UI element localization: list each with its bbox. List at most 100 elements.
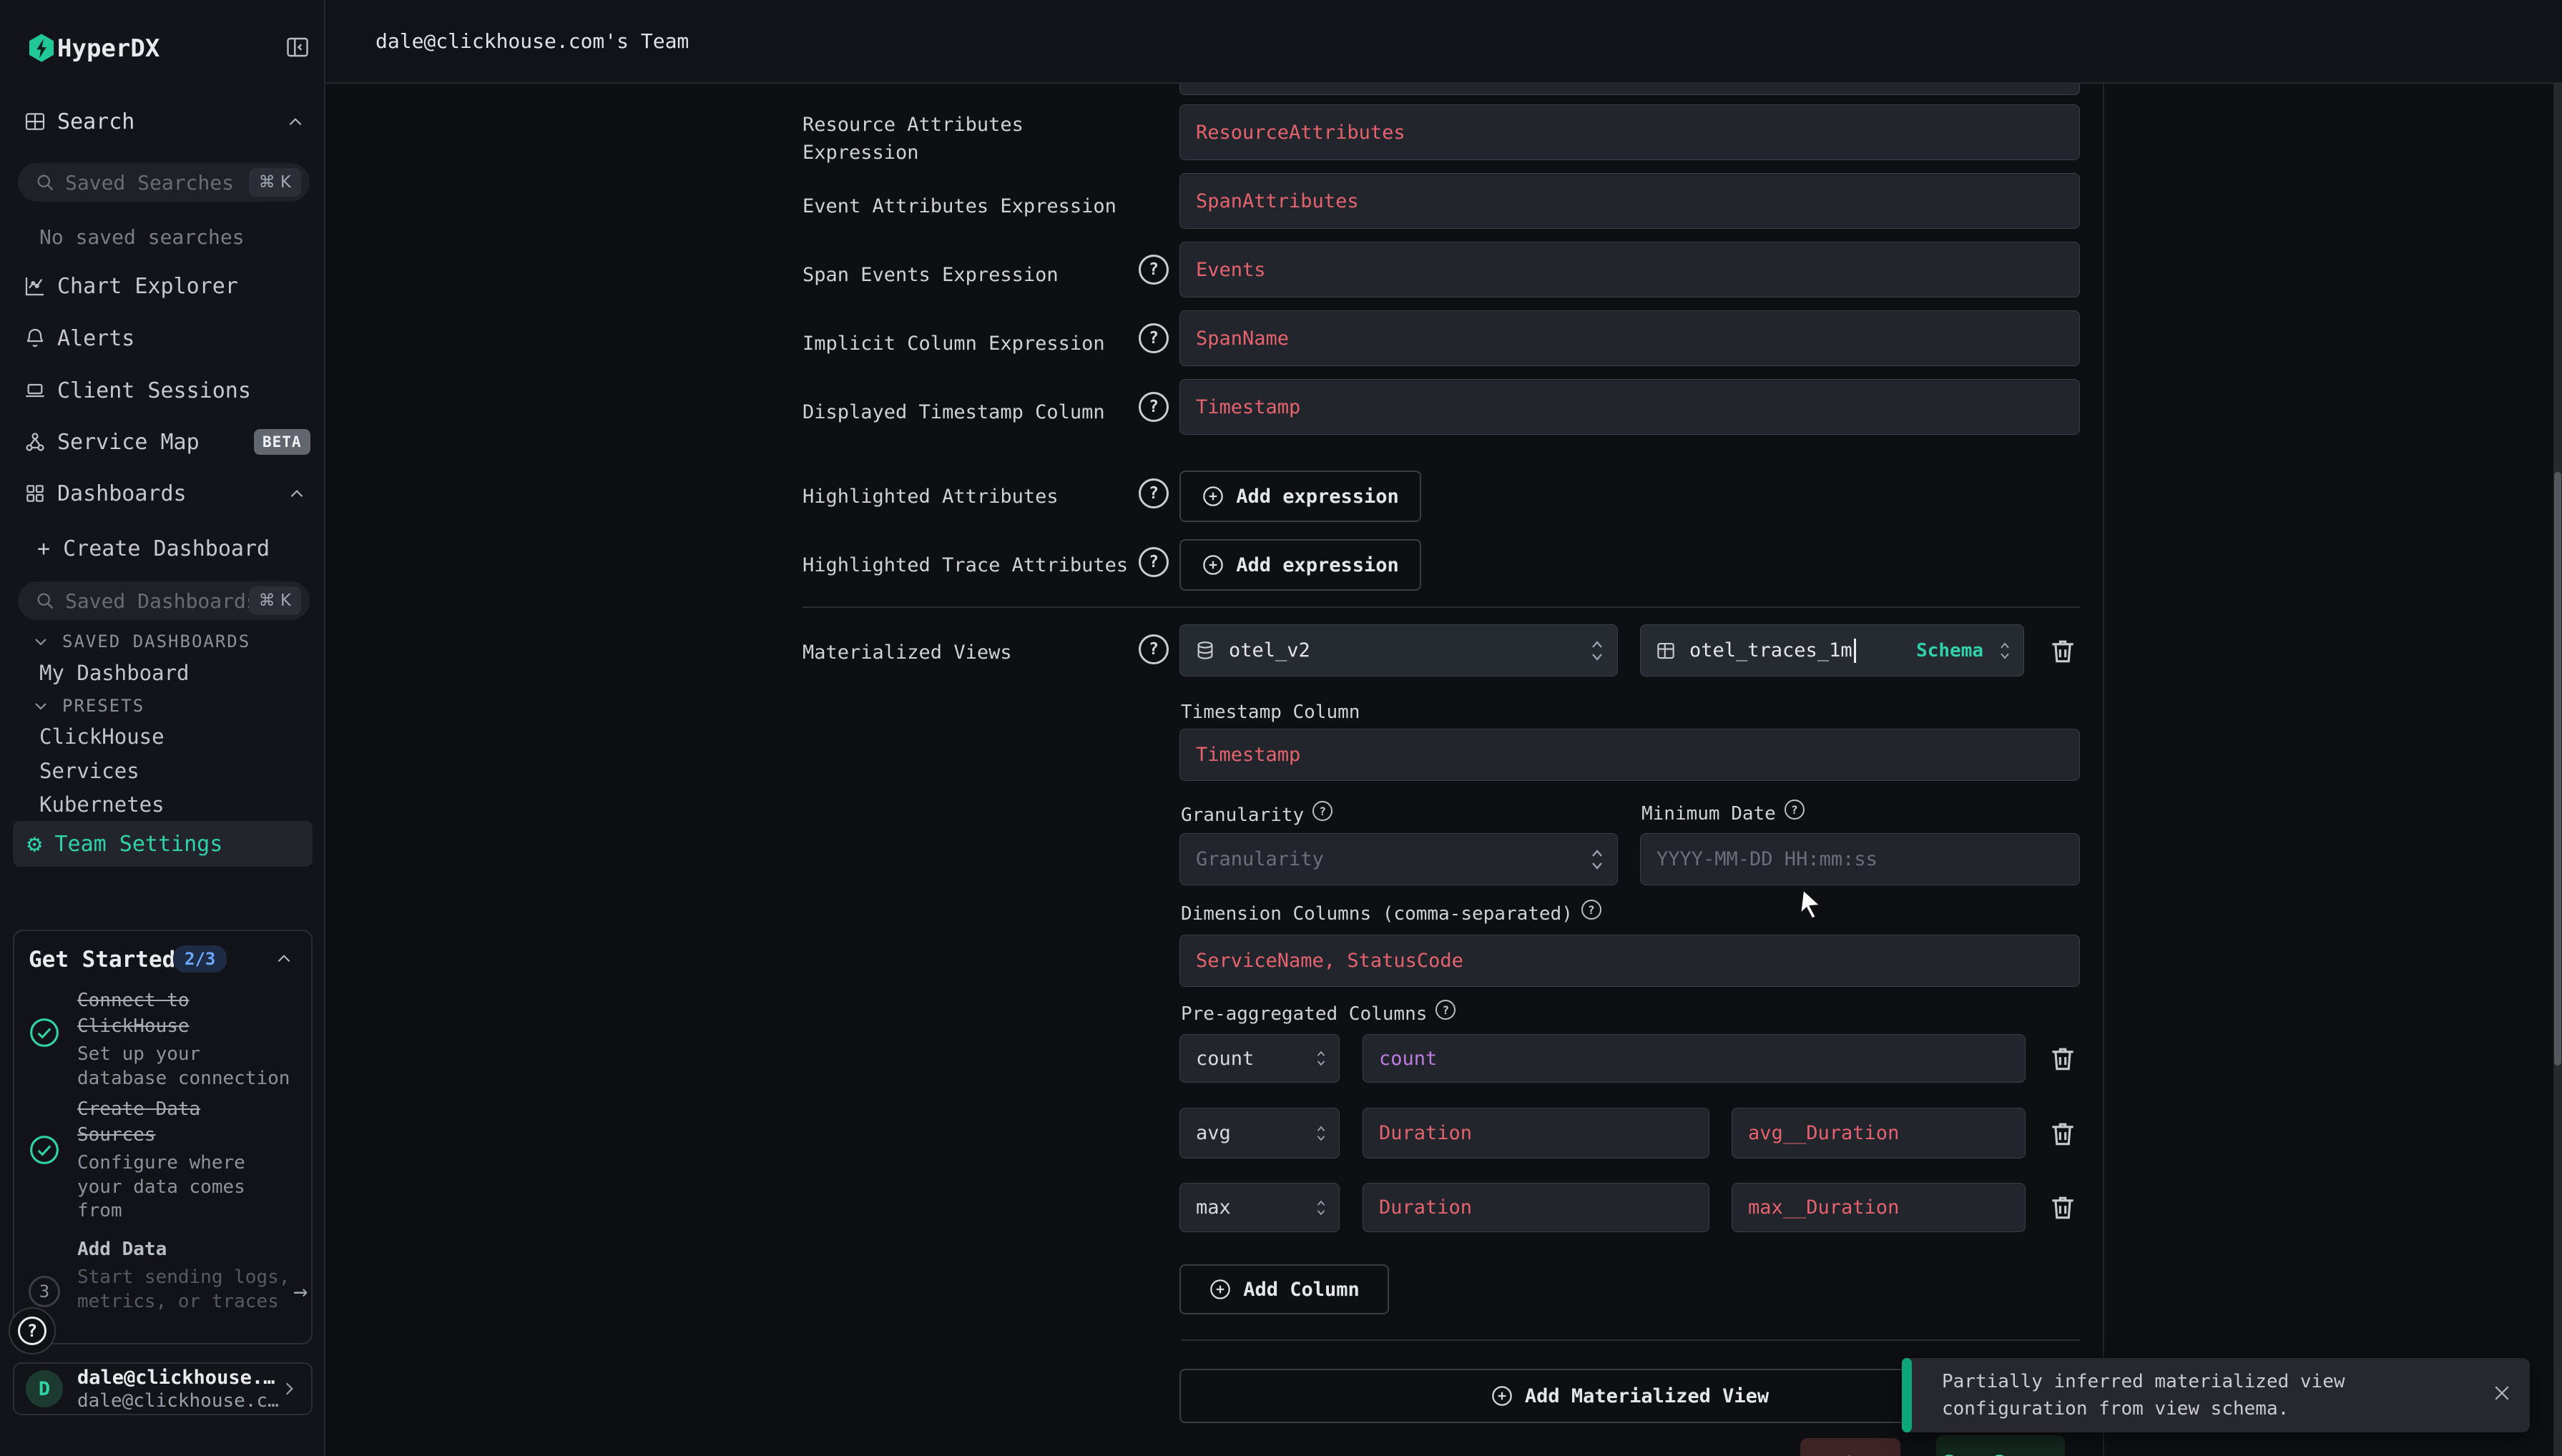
sub-label: Timestamp Column bbox=[1181, 702, 1360, 723]
saved-dashboards-input[interactable]: Saved Dashboards ⌘ K bbox=[18, 581, 310, 620]
text-cursor bbox=[1854, 639, 1856, 663]
scrollbar[interactable] bbox=[2553, 84, 2562, 1456]
sidebar-item-alerts[interactable]: Alerts bbox=[0, 318, 325, 358]
user-email: dale@clickhouse.c… bbox=[77, 1390, 280, 1412]
get-started-header[interactable]: Get Started 2/3 bbox=[14, 931, 311, 985]
chevron-down-icon bbox=[32, 697, 49, 714]
user-menu[interactable]: D dale@clickhouse.… dale@clickhouse.c… bbox=[13, 1362, 313, 1415]
sidebar-item-chart-explorer[interactable]: Chart Explorer bbox=[0, 266, 325, 306]
implicit-column-input[interactable]: SpanName bbox=[1179, 310, 2080, 366]
span-events-input[interactable]: Events bbox=[1179, 242, 2080, 297]
displayed-timestamp-input[interactable]: Timestamp bbox=[1179, 379, 2080, 435]
preagg-alias-input[interactable]: max__Duration bbox=[1732, 1183, 2026, 1232]
resource-attributes-input[interactable]: ResourceAttributes bbox=[1179, 104, 2080, 160]
create-dashboard-button[interactable]: + Create Dashboard bbox=[37, 536, 270, 561]
toast-accent-bar bbox=[1902, 1358, 1912, 1432]
preagg-col-input[interactable]: Duration bbox=[1363, 1108, 1709, 1159]
delete-button[interactable]: Delete bbox=[1800, 1438, 1900, 1456]
select-chevrons-icon bbox=[1998, 639, 2012, 663]
get-started-card: Get Started 2/3 Connect to ClickHouse Se… bbox=[13, 930, 313, 1344]
help-icon[interactable]: ? bbox=[1139, 255, 1169, 285]
cutoff-input[interactable] bbox=[1179, 84, 2080, 95]
section-divider bbox=[803, 606, 2080, 608]
sub-label: Granularity? bbox=[1181, 805, 1332, 826]
step-desc: Start sending logs, metrics, or traces bbox=[77, 1266, 292, 1314]
scrollbar-thumb[interactable] bbox=[2554, 472, 2561, 1066]
select-value: otel_v2 bbox=[1229, 639, 1310, 661]
plus-circle-icon bbox=[1491, 1384, 1513, 1407]
add-column-button[interactable]: Add Column bbox=[1179, 1264, 1389, 1314]
help-icon[interactable]: ? bbox=[1139, 547, 1169, 577]
get-started-item-add-data[interactable]: 3 Add Data Start sending logs, metrics, … bbox=[29, 1237, 300, 1314]
saved-searches-input[interactable]: Saved Searches ⌘ K bbox=[18, 163, 310, 202]
dimension-columns-input[interactable]: ServiceName, StatusCode bbox=[1179, 935, 2080, 987]
preagg-fn-select[interactable]: max bbox=[1179, 1183, 1340, 1232]
input-value: count bbox=[1379, 1048, 1437, 1070]
mv-table-input[interactable]: otel_traces_1m Schema bbox=[1640, 624, 2024, 677]
input-value: ResourceAttributes bbox=[1196, 122, 1405, 144]
sidebar-item-dashboards[interactable]: Dashboards bbox=[0, 473, 325, 513]
sidebar-item-label: Service Map bbox=[57, 430, 200, 455]
sidebar-group-search-label: Search bbox=[57, 109, 134, 134]
kbd-shortcut: ⌘ K bbox=[249, 168, 301, 197]
preagg-alias-input[interactable]: avg__Duration bbox=[1732, 1108, 2026, 1159]
delete-view-trash-icon[interactable] bbox=[2047, 635, 2078, 666]
save-source-button[interactable]: Save Source bbox=[1936, 1435, 2065, 1456]
mv-timestamp-input[interactable]: Timestamp bbox=[1179, 729, 2080, 781]
close-icon[interactable] bbox=[2491, 1382, 2513, 1404]
delete-column-trash-icon[interactable] bbox=[2047, 1118, 2078, 1149]
minimum-date-input[interactable]: YYYY-MM-DD HH:mm:ss bbox=[1640, 833, 2080, 885]
sidebar-group-search[interactable]: Search bbox=[0, 107, 325, 139]
sidebar-collapse-icon[interactable] bbox=[285, 34, 310, 60]
help-icon[interactable]: ? bbox=[1785, 800, 1805, 820]
preagg-fn-select[interactable]: avg bbox=[1179, 1108, 1340, 1159]
event-attributes-input[interactable]: SpanAttributes bbox=[1179, 173, 2080, 229]
chevron-right-icon bbox=[280, 1379, 298, 1398]
help-icon[interactable]: ? bbox=[1435, 1000, 1456, 1020]
input-value: otel_traces_1m bbox=[1689, 639, 1852, 661]
add-expression-button[interactable]: Add expression bbox=[1179, 539, 1421, 591]
help-button[interactable]: ? bbox=[9, 1307, 56, 1354]
database-icon bbox=[1194, 640, 1216, 661]
help-icon[interactable]: ? bbox=[1312, 801, 1332, 821]
mouse-cursor bbox=[1797, 888, 1826, 920]
mv-database-select[interactable]: otel_v2 bbox=[1179, 624, 1618, 677]
beta-badge: BETA bbox=[254, 429, 310, 455]
dashboards-icon bbox=[24, 482, 46, 505]
granularity-select[interactable]: Granularity bbox=[1179, 833, 1618, 885]
sidebar-item-team-settings[interactable]: ⚙ Team Settings bbox=[13, 821, 313, 867]
sub-label: Minimum Date? bbox=[1641, 803, 1805, 825]
input-value: Duration bbox=[1379, 1122, 1472, 1144]
help-icon[interactable]: ? bbox=[1581, 900, 1601, 920]
schema-link[interactable]: Schema bbox=[1916, 640, 1983, 661]
presets-section[interactable]: PRESETS bbox=[32, 694, 144, 718]
sidebar-item-label: Chart Explorer bbox=[57, 274, 238, 299]
help-icon[interactable]: ? bbox=[1139, 634, 1169, 664]
delete-column-trash-icon[interactable] bbox=[2047, 1191, 2078, 1223]
chevron-down-icon bbox=[32, 633, 49, 650]
check-circle-icon bbox=[29, 1017, 60, 1048]
input-value: Timestamp bbox=[1196, 396, 1300, 418]
sidebar-item-clickhouse[interactable]: ClickHouse bbox=[39, 724, 165, 749]
delete-column-trash-icon[interactable] bbox=[2047, 1043, 2078, 1074]
help-icon[interactable]: ? bbox=[1139, 323, 1169, 353]
saved-dashboards-section[interactable]: SAVED DASHBOARDS bbox=[32, 629, 250, 654]
sidebar-item-services[interactable]: Services bbox=[39, 759, 139, 783]
preagg-col-input[interactable]: Duration bbox=[1363, 1183, 1709, 1232]
preagg-fn-select[interactable]: count bbox=[1179, 1034, 1340, 1083]
get-started-item-connect[interactable]: Connect to ClickHouse Set up your databa… bbox=[29, 988, 300, 1091]
help-icon[interactable]: ? bbox=[1139, 392, 1169, 422]
button-label: Add Column bbox=[1243, 1279, 1360, 1301]
select-chevrons-icon bbox=[1589, 847, 1606, 872]
field-label: Resource Attributes Expression bbox=[803, 111, 1139, 167]
sidebar-item-kubernetes[interactable]: Kubernetes bbox=[39, 792, 165, 817]
get-started-item-sources[interactable]: Create Data Sources Configure where your… bbox=[29, 1097, 300, 1224]
sidebar-item-service-map[interactable]: Service Map BETA bbox=[0, 422, 325, 462]
sidebar-item-client-sessions[interactable]: Client Sessions bbox=[0, 370, 325, 410]
button-label: Add expression bbox=[1236, 486, 1399, 508]
help-icon[interactable]: ? bbox=[1139, 478, 1169, 508]
bell-icon bbox=[24, 327, 46, 350]
sidebar-item-my-dashboard[interactable]: My Dashboard bbox=[39, 661, 190, 685]
preagg-col-input[interactable]: count bbox=[1363, 1034, 2026, 1083]
add-expression-button[interactable]: Add expression bbox=[1179, 471, 1421, 522]
